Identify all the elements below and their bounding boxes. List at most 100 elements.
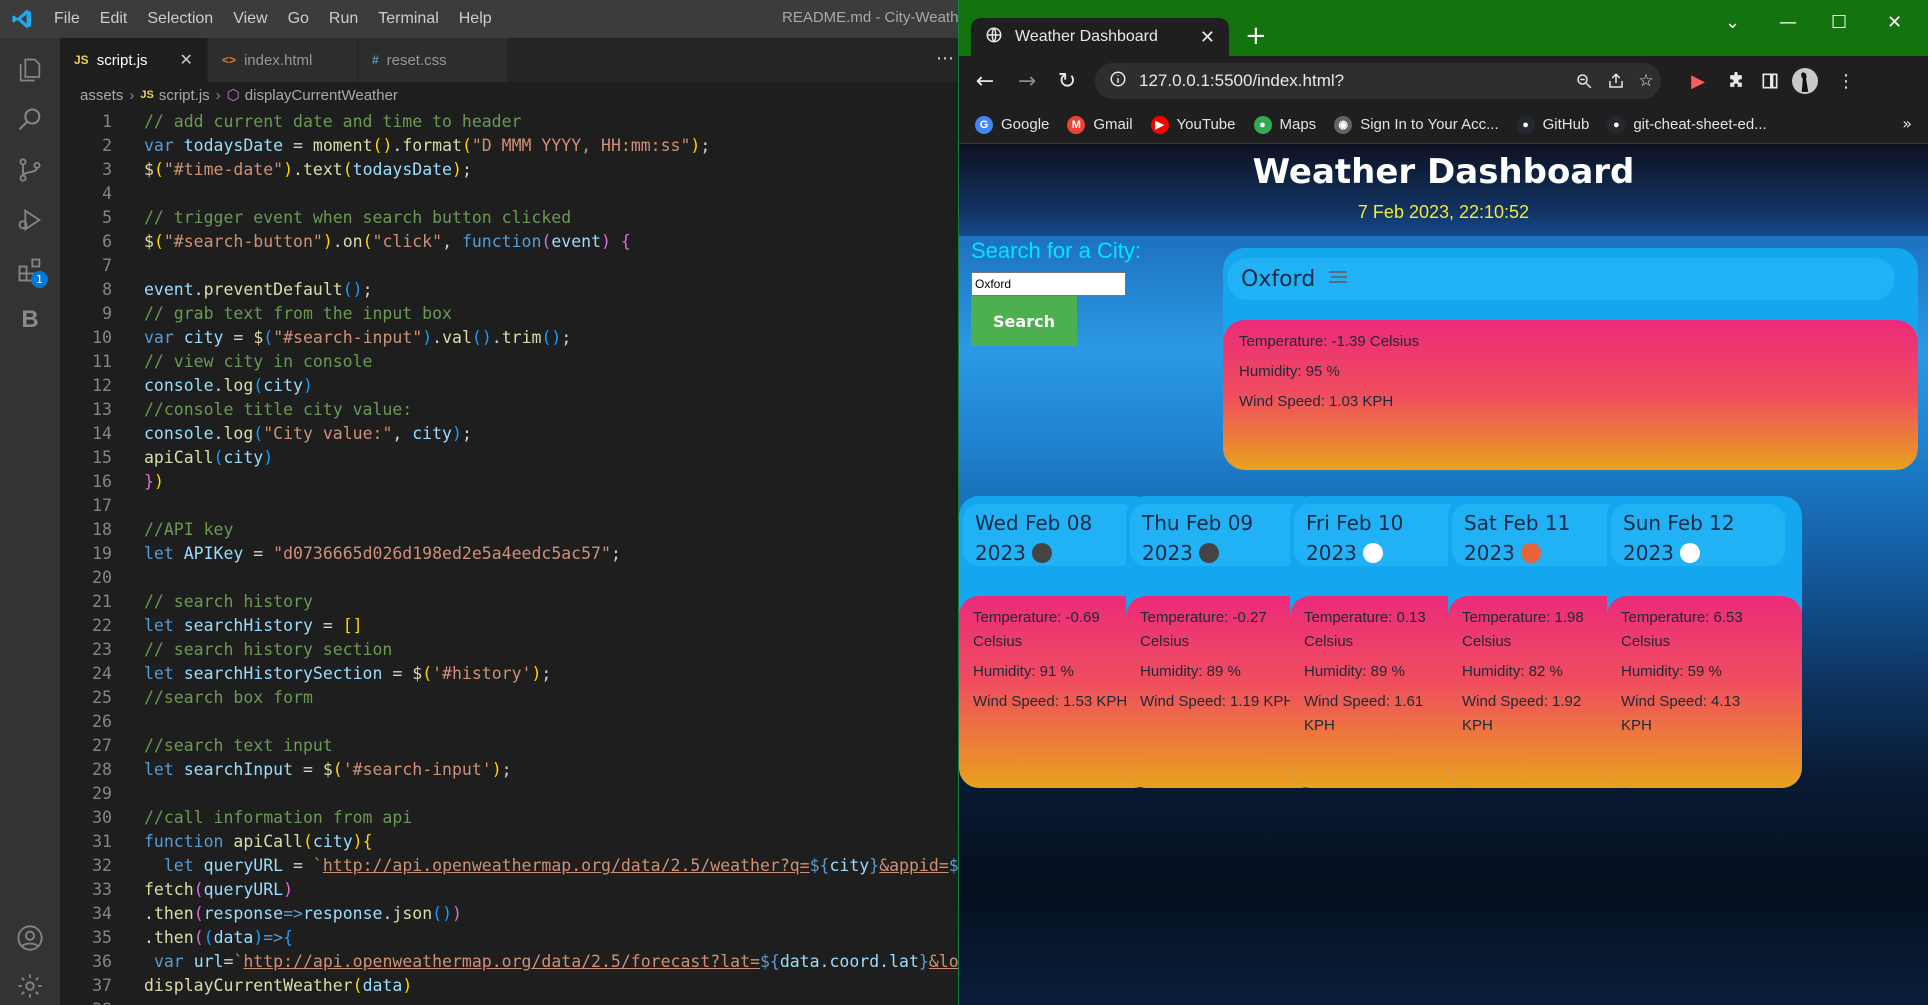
code-line[interactable]: 12 console.log(city) — [60, 374, 958, 398]
tab-reset-css[interactable]: # reset.css — [357, 38, 508, 82]
bookmark-item[interactable]: ◉ Sign In to Your Acc... — [1334, 115, 1499, 134]
search-icon[interactable] — [10, 100, 50, 140]
bookmark-item[interactable]: M Gmail — [1067, 115, 1133, 134]
bookmarks-overflow-icon[interactable]: » — [1902, 114, 1912, 133]
code-line[interactable]: 25 //search box form — [60, 686, 958, 710]
close-icon[interactable]: ✕ — [180, 50, 193, 70]
menu-terminal[interactable]: Terminal — [368, 10, 448, 28]
search-input[interactable] — [971, 272, 1126, 296]
share-icon[interactable] — [1605, 70, 1627, 92]
breadcrumb-file[interactable]: script.js — [159, 87, 210, 104]
code-line[interactable]: 4 — [60, 182, 958, 206]
forward-arrow-icon[interactable]: → — [1013, 67, 1041, 95]
code-line[interactable]: 19 let APIKey = "d0736665d026d198ed2e5a4e… — [60, 542, 958, 566]
close-tab-icon[interactable]: ✕ — [1200, 27, 1215, 48]
code-line[interactable]: 26 — [60, 710, 958, 734]
code-line[interactable]: 35 .then((data)=>{ — [60, 926, 958, 950]
code-line[interactable]: 38 — [60, 998, 958, 1005]
tab-script-js[interactable]: JS script.js ✕ — [60, 38, 208, 82]
forecast-day: Sat Feb 11 — [1464, 511, 1571, 535]
code-line[interactable]: 28 let searchInput = $('#search-input'); — [60, 758, 958, 782]
code-line[interactable]: 32 let queryURL = `http://api.openweathe… — [60, 854, 958, 878]
video-extension-icon[interactable]: ▶ — [1685, 68, 1711, 94]
breadcrumb-symbol[interactable]: displayCurrentWeather — [245, 87, 398, 104]
chrome-menu-icon[interactable]: ⋮ — [1833, 68, 1859, 94]
code-editor[interactable]: 1 // add current date and time to header 2… — [60, 108, 958, 1005]
address-bar[interactable]: 127.0.0.1:5500/index.html? ☆ — [1095, 63, 1661, 99]
minimize-icon[interactable]: — — [1779, 12, 1797, 33]
menu-edit[interactable]: Edit — [90, 10, 138, 28]
zoom-icon[interactable] — [1573, 70, 1595, 92]
code-line[interactable]: 15 apiCall(city) — [60, 446, 958, 470]
reload-icon[interactable]: ↻ — [1053, 67, 1081, 95]
bookmark-item[interactable]: ● git-cheat-sheet-ed... — [1607, 115, 1767, 134]
code-line[interactable]: 14 console.log("City value:", city); — [60, 422, 958, 446]
back-arrow-icon[interactable]: ← — [971, 67, 999, 95]
globe-icon — [985, 26, 1003, 48]
site-info-icon[interactable] — [1109, 70, 1127, 92]
forecast-wind-speed: Wind Speed: 1.19 KPH — [1140, 693, 1295, 710]
bookmark-item[interactable]: ● GitHub — [1516, 115, 1589, 134]
browser-tab[interactable]: Weather Dashboard ✕ — [971, 18, 1229, 56]
bookmark-item[interactable]: G Google — [975, 115, 1049, 134]
account-icon[interactable] — [10, 918, 50, 958]
code-line[interactable]: 37 displayCurrentWeather(data) — [60, 974, 958, 998]
tab-index-html[interactable]: <> index.html — [207, 38, 358, 82]
menu-go[interactable]: Go — [278, 10, 319, 28]
code-line[interactable]: 22 let searchHistory = [] — [60, 614, 958, 638]
code-line[interactable]: 1 // add current date and time to header — [60, 110, 958, 134]
code-line[interactable]: 20 — [60, 566, 958, 590]
menu-run[interactable]: Run — [319, 10, 368, 28]
tab-search-chevron-icon[interactable]: ⌄ — [1725, 12, 1740, 33]
code-line[interactable]: 31 function apiCall(city){ — [60, 830, 958, 854]
code-line[interactable]: 21 // search history — [60, 590, 958, 614]
code-line[interactable]: 29 — [60, 782, 958, 806]
code-line[interactable]: 7 — [60, 254, 958, 278]
explorer-icon[interactable] — [10, 50, 50, 90]
bookmark-star-icon[interactable]: ☆ — [1635, 70, 1657, 92]
code-line[interactable]: 34 .then(response=>response.json()) — [60, 902, 958, 926]
code-line[interactable]: 18 //API key — [60, 518, 958, 542]
menu-view[interactable]: View — [223, 10, 277, 28]
code-line[interactable]: 3 $("#time-date").text(todaysDate); — [60, 158, 958, 182]
code-line[interactable]: 10 var city = $("#search-input").val().tr… — [60, 326, 958, 350]
code-line[interactable]: 24 let searchHistorySection = $('#history… — [60, 662, 958, 686]
menu-selection[interactable]: Selection — [137, 10, 223, 28]
menu-file[interactable]: File — [44, 10, 90, 28]
code-line[interactable]: 5 // trigger event when search button cli… — [60, 206, 958, 230]
code-line[interactable]: 17 — [60, 494, 958, 518]
code-line[interactable]: 8 event.preventDefault(); — [60, 278, 958, 302]
run-debug-icon[interactable] — [10, 200, 50, 240]
code-line[interactable]: 33 fetch(queryURL) — [60, 878, 958, 902]
vscode-logo-icon[interactable] — [0, 0, 44, 38]
code-token: [] — [342, 616, 363, 635]
maximize-icon[interactable]: ☐ — [1831, 12, 1847, 33]
side-panel-icon[interactable] — [1757, 68, 1783, 94]
code-line[interactable]: 27 //search text input — [60, 734, 958, 758]
menu-help[interactable]: Help — [449, 10, 502, 28]
code-line[interactable]: 16}) — [60, 470, 958, 494]
b-extension-icon[interactable]: B — [10, 300, 50, 340]
code-line[interactable]: 11 // view city in console — [60, 350, 958, 374]
settings-gear-icon[interactable] — [10, 966, 50, 1005]
code-line[interactable]: 13 //console title city value: — [60, 398, 958, 422]
extensions-icon[interactable]: 1 — [10, 250, 50, 290]
more-actions-icon[interactable]: ⋯ — [936, 48, 954, 69]
code-line[interactable]: 36 var url=`http://api.openweathermap.or… — [60, 950, 958, 974]
bookmark-item[interactable]: ● Maps — [1253, 115, 1316, 134]
bookmark-item[interactable]: ▶ YouTube — [1150, 115, 1236, 134]
breadcrumb-folder[interactable]: assets — [80, 87, 123, 104]
code-line[interactable]: 2 var todaysDate = moment().format("D MMM… — [60, 134, 958, 158]
forecast-temperature: Temperature: 1.98 — [1462, 609, 1584, 626]
current-city: Oxford — [1241, 266, 1316, 292]
code-line[interactable]: 6 $("#search-button").on("click", functio… — [60, 230, 958, 254]
new-tab-button[interactable]: + — [1245, 22, 1267, 50]
profile-avatar[interactable] — [1792, 68, 1818, 94]
close-window-icon[interactable]: ✕ — [1887, 12, 1902, 33]
search-button[interactable]: Search — [971, 296, 1077, 346]
source-control-icon[interactable] — [10, 150, 50, 190]
code-line[interactable]: 30 //call information from api — [60, 806, 958, 830]
extensions-puzzle-icon[interactable] — [1723, 68, 1749, 94]
code-line[interactable]: 9 // grab text from the input box — [60, 302, 958, 326]
code-line[interactable]: 23 // search history section — [60, 638, 958, 662]
